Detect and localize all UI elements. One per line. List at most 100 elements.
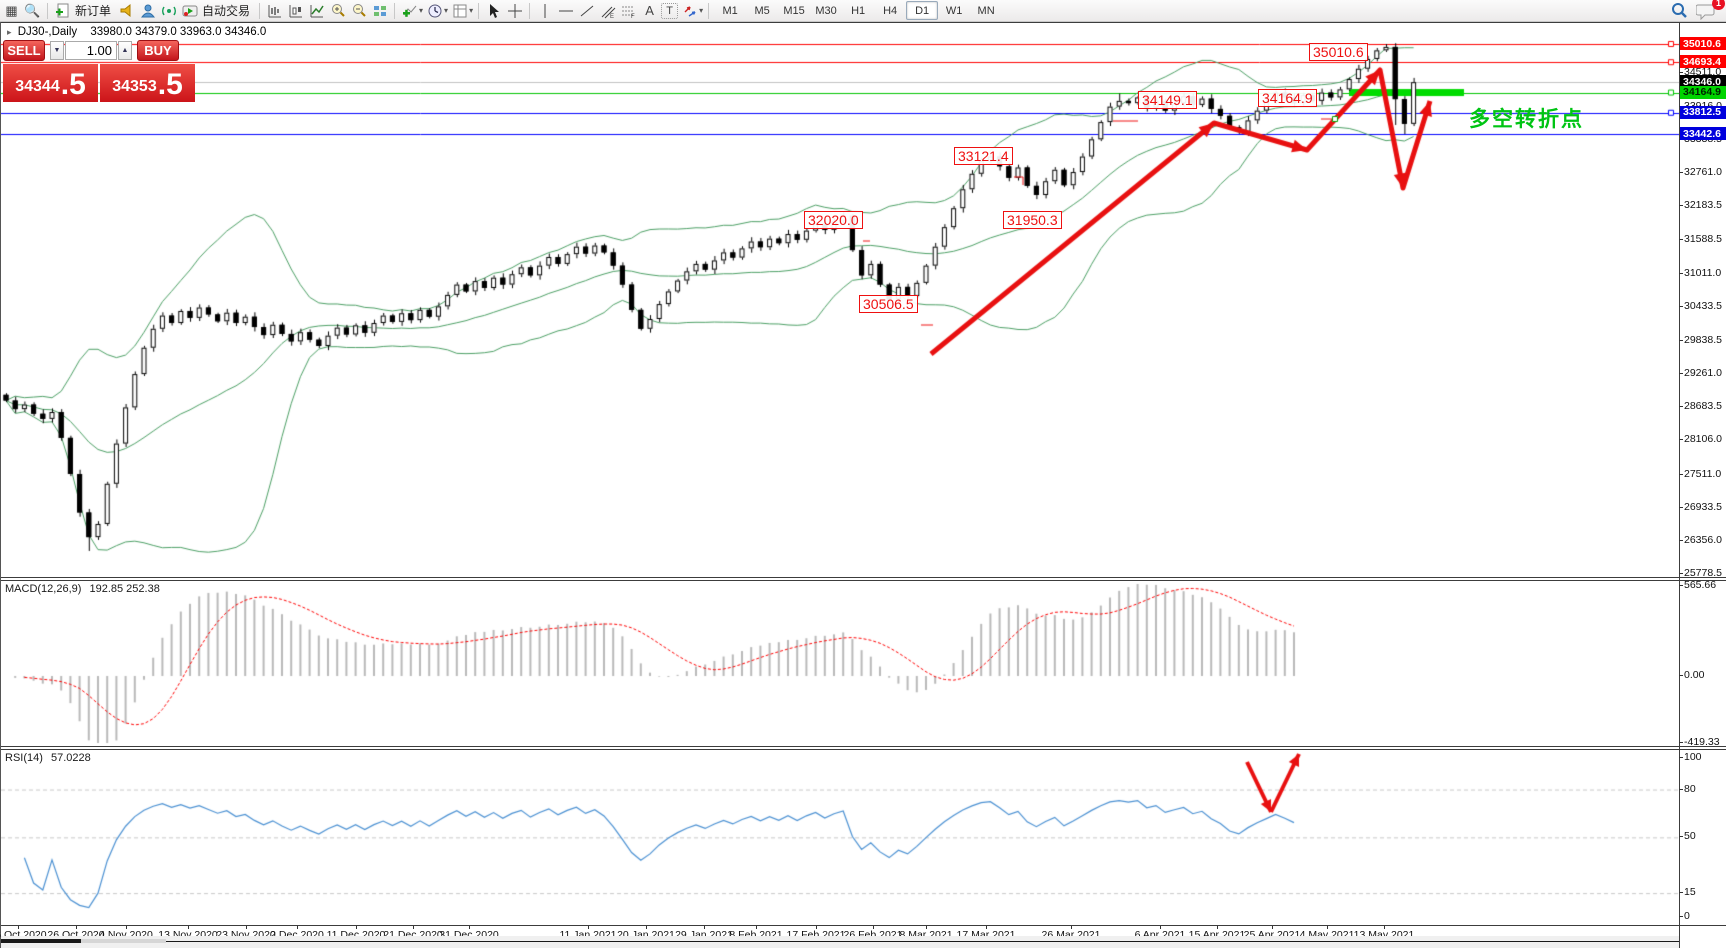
toolbar-separator [259,2,261,19]
timeframe-button-M15[interactable]: M15 [778,1,810,20]
panel-separator [1,22,1726,23]
sell-button[interactable]: SELL [3,40,45,61]
cursor-icon[interactable] [484,2,503,20]
scrollbar-track[interactable] [81,939,166,943]
crosshair-icon[interactable] [505,2,524,20]
auto-trading-label[interactable]: 自动交易 [202,2,250,19]
price-tick-label: 31588.5 [1679,233,1722,246]
bar-chart-icon[interactable] [265,2,284,20]
sell-price-box[interactable]: 34344 .5 [3,64,98,102]
chevron-down-icon[interactable]: ▾ [444,6,448,15]
svg-text:F: F [631,14,635,19]
macd-panel-canvas[interactable] [1,581,1679,746]
macd-tick-label: 0.00 [1678,669,1705,681]
turning-point-annotation: 多空转折点 [1469,108,1584,131]
price-level-label: 34164.9 [1680,85,1726,99]
price-tag-annotation: 35010.6 [1309,43,1368,61]
rsi-label-row: RSI(14) 57.0228 [5,752,91,764]
price-tick-label: 28683.5 [1679,400,1722,413]
notification-badge: 1 [1712,0,1725,10]
signals-icon[interactable] [159,2,178,20]
buy-button[interactable]: BUY [137,40,179,61]
timeframe-button-D1[interactable]: D1 [906,1,939,20]
chevron-down-icon[interactable]: ▾ [699,6,703,15]
new-order-label[interactable]: 新订单 [75,2,111,19]
price-level-label: 33442.6 [1680,127,1726,140]
channel-tool-icon[interactable]: E [598,2,617,20]
main-toolbar: ▦ 🔍 新订单 自动交易 ▾ ▾ ▾ E F A T ▾ M1 M5 M15 M… [0,0,1726,22]
rsi-panel-canvas[interactable] [1,750,1679,925]
candlestick-chart-icon[interactable] [286,2,305,20]
line-chart-icon[interactable] [307,2,326,20]
bottom-scroll-strip [1,936,1726,948]
toolbar-separator [478,2,480,19]
price-tag-annotation: 33121.4 [954,147,1013,165]
panel-separator[interactable] [1,746,1726,747]
toolbar-separator [47,2,48,19]
sell-price-int: 34344 [15,78,60,95]
chevron-down-icon[interactable]: ▾ [419,6,423,15]
macd-values: 192.85 252.38 [89,583,160,595]
timeframe-button-W1[interactable]: W1 [938,1,970,20]
chat-icon[interactable]: 1 [1694,0,1725,20]
scrollbar-thumb[interactable] [1,939,81,943]
search-icon[interactable] [1669,2,1688,20]
window-icon[interactable]: ▦ [2,2,21,20]
zoom-out-icon[interactable] [349,2,368,20]
chart-window: ▸ DJ30-,Daily 33980.0 34379.0 33963.0 34… [0,22,1726,948]
buy-price-frac: .5 [157,68,183,101]
timeframe-button-H1[interactable]: H1 [842,1,874,20]
price-tag-annotation: 34164.9 [1258,89,1317,107]
price-tag-annotation: 30506.5 [859,295,918,313]
price-chart-canvas[interactable] [1,23,1679,577]
rsi-value: 57.0228 [50,752,91,764]
price-tick-label: 32183.5 [1679,199,1722,212]
zoom-in-icon[interactable] [328,2,347,20]
auto-trading-icon[interactable] [180,2,199,20]
price-level-label: 35010.6 [1680,37,1726,50]
rsi-tick-label: 100 [1679,750,1702,763]
label-tool-icon[interactable]: T [661,2,679,19]
indicators-icon[interactable] [400,2,419,20]
collapse-icon[interactable]: ▸ [7,27,12,37]
price-tick-label: 29838.5 [1679,333,1722,346]
volume-increase-button[interactable]: ▲ [118,41,132,60]
templates-icon[interactable] [450,2,469,20]
volume-decrease-button[interactable]: ▼ [50,41,64,60]
trendline-tool-icon[interactable] [577,2,596,20]
price-axis[interactable]: 34511.033916.033338.532761.032183.531588… [1678,22,1726,948]
rsi-label: RSI(14) [5,752,43,764]
sell-price-frac: .5 [60,68,86,101]
toolbar-separator [529,2,531,19]
chart-title-row: ▸ DJ30-,Daily 33980.0 34379.0 33963.0 34… [7,26,266,38]
text-tool-icon[interactable]: A [640,2,659,20]
periods-icon[interactable] [425,2,444,20]
price-tick-label: 32761.0 [1679,166,1722,179]
timeframe-button-MN[interactable]: MN [970,1,1002,20]
expert-advisor-icon[interactable] [138,2,157,20]
fibonacci-tool-icon[interactable]: F [619,2,638,20]
panel-separator[interactable] [1,577,1726,578]
horizontal-line-tool-icon[interactable] [556,2,575,20]
rsi-tick-label: 0 [1679,910,1690,922]
new-order-icon[interactable] [53,2,72,20]
panel-separator [1,749,1726,750]
tile-windows-icon[interactable] [370,2,389,20]
chart-ohlc-values: 33980.0 34379.0 33963.0 34346.0 [90,26,267,38]
chevron-down-icon[interactable]: ▾ [469,6,473,15]
shapes-icon[interactable] [680,2,699,20]
one-click-trade-panel: SELL ▼ ▲ BUY 34344 .5 34353 .5 [3,39,197,125]
timeframe-button-M1[interactable]: M1 [714,1,746,20]
rsi-tick-label: 50 [1679,830,1696,843]
sound-icon[interactable] [117,2,136,20]
timeframe-button-H4[interactable]: H4 [874,1,906,20]
panel-separator [1,580,1726,581]
volume-input[interactable] [65,41,117,60]
market-watch-icon[interactable]: 🔍 [23,2,42,20]
macd-label: MACD(12,26,9) [5,583,82,595]
price-tag-annotation: 32020.0 [804,211,863,229]
buy-price-box[interactable]: 34353 .5 [100,64,195,102]
timeframe-button-M5[interactable]: M5 [746,1,778,20]
vertical-line-tool-icon[interactable] [535,2,554,20]
timeframe-button-M30[interactable]: M30 [810,1,842,20]
